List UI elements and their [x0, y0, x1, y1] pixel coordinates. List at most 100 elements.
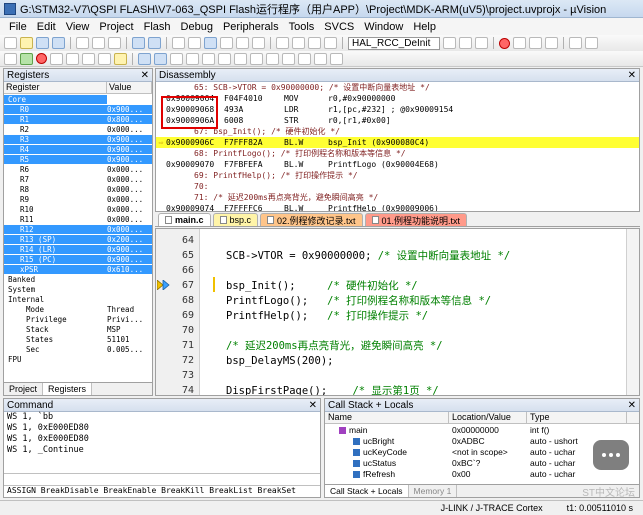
tab-memory-1[interactable]: Memory 1: [409, 485, 458, 497]
paste-icon[interactable]: [108, 37, 121, 49]
register-col-header[interactable]: Register: [4, 82, 107, 93]
menu-window[interactable]: Window: [359, 21, 408, 33]
register-row[interactable]: R4 0x900...: [4, 144, 152, 154]
stop-icon[interactable]: [36, 53, 47, 64]
system-viewer-icon[interactable]: [298, 52, 311, 65]
bookmark-next-icon[interactable]: [236, 37, 249, 49]
registers-window-icon[interactable]: [186, 52, 199, 65]
find-combo[interactable]: HAL_RCC_DeInit: [348, 36, 440, 50]
nav-forward-icon[interactable]: [188, 37, 201, 49]
disasm-source-line[interactable]: 70:: [156, 181, 639, 192]
find-in-files-icon[interactable]: [443, 37, 456, 49]
disasm-source-line[interactable]: 69: PrintfHelp(); /* 打印操作提示 */: [156, 170, 639, 181]
register-row[interactable]: R7 0x000...: [4, 174, 152, 184]
register-row[interactable]: R8 0x000...: [4, 184, 152, 194]
run-to-cursor-icon[interactable]: [98, 52, 111, 65]
step-over-icon[interactable]: [66, 52, 79, 65]
register-row[interactable]: R10 0x000...: [4, 204, 152, 214]
register-row[interactable]: System: [4, 284, 152, 294]
register-row[interactable]: R6 0x000...: [4, 164, 152, 174]
disasm-source-line[interactable]: 67: bsp_Init(); /* 硬件初始化 */: [156, 126, 639, 137]
value-col-header[interactable]: Value: [107, 82, 152, 93]
disasm-instruction-line[interactable]: 0x90009064 F04F4010 MOV r0,#0x90000000: [156, 93, 639, 104]
disasm-source-line[interactable]: 71: /* 延迟200ms再点亮背光，避免瞬间高亮 */: [156, 192, 639, 203]
menu-peripherals[interactable]: Peripherals: [218, 21, 284, 33]
watch-window-icon[interactable]: [218, 52, 231, 65]
open-file-icon[interactable]: [20, 37, 33, 49]
step-out-icon[interactable]: [82, 52, 95, 65]
tab-project[interactable]: Project: [4, 383, 44, 395]
panel-close-icon[interactable]: ✕: [628, 70, 636, 81]
kill-breakpoints-icon[interactable]: [529, 37, 542, 49]
menu-file[interactable]: File: [4, 21, 32, 33]
register-row[interactable]: R11 0x000...: [4, 214, 152, 224]
disasm-instruction-line[interactable]: 0x90009074 F7FFFFC6 BL.W PrintfHelp (0x9000…: [156, 203, 639, 211]
nav-back-icon[interactable]: [172, 37, 185, 49]
source-editor[interactable]: 64 65 SCB->VTOR = 0x90000000; /* 设置中断向量表地址…: [155, 228, 640, 396]
memory-window-icon[interactable]: [234, 52, 247, 65]
callstack-row[interactable]: fRefresh 0x00 auto - uchar: [325, 468, 639, 479]
new-file-icon[interactable]: [4, 37, 17, 49]
callstack-row[interactable]: main 0x00000000 int f(): [325, 424, 639, 435]
register-row[interactable]: Mode Thread: [4, 304, 152, 314]
tab-description[interactable]: 01.例程功能说明.txt: [364, 213, 468, 226]
register-row[interactable]: Internal: [4, 294, 152, 304]
save-all-icon[interactable]: [52, 37, 65, 49]
register-row[interactable]: R12 0x000...: [4, 224, 152, 234]
disasm-source-line[interactable]: 68: PrintfLogo(); /* 打印例程名称和版本等信息 */: [156, 148, 639, 159]
tab-callstack-locals[interactable]: Call Stack + Locals: [325, 485, 409, 497]
cut-icon[interactable]: [76, 37, 89, 49]
disasm-instruction-line[interactable]: 0x9000906A 6008 STR r0,[r1,#0x00]: [156, 115, 639, 126]
disasm-instruction-line[interactable]: 0x90009068 493A LDR r1,[pc,#232] ; @0x90009…: [156, 104, 639, 115]
show-next-statement-icon[interactable]: [114, 52, 127, 65]
run-icon[interactable]: [20, 52, 33, 65]
disable-breakpoint-icon[interactable]: [513, 37, 526, 49]
tab-bsp-c[interactable]: bsp.c: [212, 213, 259, 226]
disasm-instruction-line[interactable]: 0x90009070 F7FBFEFA BL.W PrintfLogo (0x9000…: [156, 159, 639, 170]
menu-edit[interactable]: Edit: [32, 21, 61, 33]
register-row[interactable]: States 51101: [4, 334, 152, 344]
indent-icon[interactable]: [276, 37, 289, 49]
menu-project[interactable]: Project: [94, 21, 138, 33]
bookmark-prev-icon[interactable]: [220, 37, 233, 49]
register-row[interactable]: R15 (PC) 0x900...: [4, 254, 152, 264]
command-window-icon[interactable]: [138, 52, 151, 65]
register-row[interactable]: FPU: [4, 354, 152, 364]
window-layout-icon[interactable]: [569, 37, 582, 49]
reset-icon[interactable]: [4, 52, 17, 65]
comment-icon[interactable]: [308, 37, 321, 49]
chat-icon[interactable]: [593, 440, 629, 470]
register-row[interactable]: Stack MSP: [4, 324, 152, 334]
name-col-header[interactable]: Name: [325, 412, 449, 423]
disasm-source-line[interactable]: 65: SCB->VTOR = 0x90000000; /* 设置中断向量表地址…: [156, 82, 639, 93]
callstack-row[interactable]: ucBright 0xADBC auto - ushort: [325, 435, 639, 446]
disassembly-listing[interactable]: 65: SCB->VTOR = 0x90000000; /* 设置中断向量表地址…: [156, 82, 639, 211]
bookmark-clear-icon[interactable]: [252, 37, 265, 49]
menu-view[interactable]: View: [61, 21, 95, 33]
type-col-header[interactable]: Type: [527, 412, 627, 423]
register-row[interactable]: R14 (LR) 0x900...: [4, 244, 152, 254]
disable-all-breakpoints-icon[interactable]: [545, 37, 558, 49]
callstack-row[interactable]: ucStatus 0xBC`? auto - uchar: [325, 457, 639, 468]
menu-flash[interactable]: Flash: [139, 21, 176, 33]
register-row[interactable]: Sec 0.005...: [4, 344, 152, 354]
breakpoint-icon[interactable]: [499, 37, 510, 49]
symbols-window-icon[interactable]: [170, 52, 183, 65]
register-row[interactable]: R9 0x000...: [4, 194, 152, 204]
register-row[interactable]: Core: [4, 94, 152, 104]
editor-scrollbar[interactable]: [626, 229, 639, 395]
menu-tools[interactable]: Tools: [284, 21, 320, 33]
trace-window-icon[interactable]: [282, 52, 295, 65]
disassembly-window-icon[interactable]: [154, 52, 167, 65]
tab-main-c[interactable]: main.c: [158, 213, 211, 226]
source-line[interactable]: 74 DispFirstPage(); /* 显示第1页 */: [156, 382, 626, 395]
register-row[interactable]: Privilege Privi...: [4, 314, 152, 324]
incremental-find-icon[interactable]: [475, 37, 488, 49]
analysis-window-icon[interactable]: [266, 52, 279, 65]
command-input[interactable]: [4, 473, 320, 485]
find-icon[interactable]: [459, 37, 472, 49]
register-row[interactable]: R0 0x900...: [4, 104, 152, 114]
location-col-header[interactable]: Location/Value: [449, 412, 527, 423]
panel-close-icon[interactable]: ✕: [628, 400, 636, 411]
register-row[interactable]: R3 0x900...: [4, 134, 152, 144]
